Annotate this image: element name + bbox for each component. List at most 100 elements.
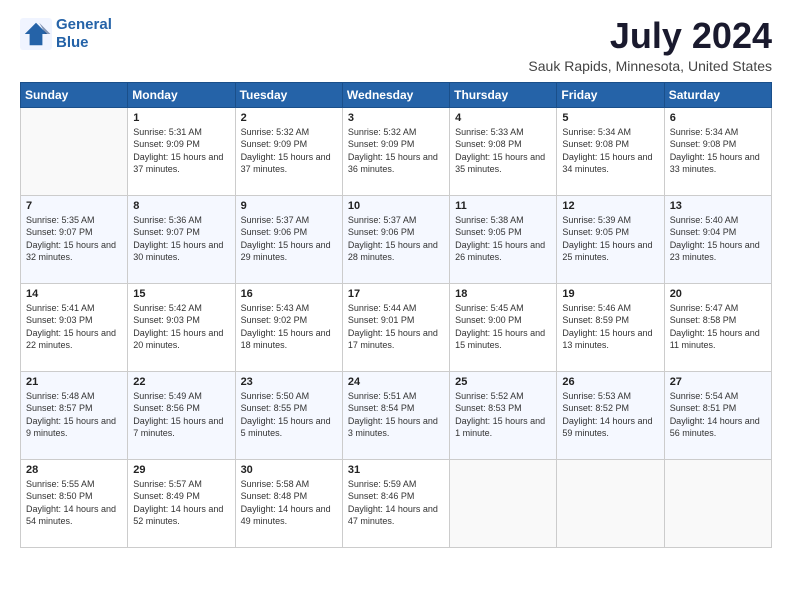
day-number: 27 xyxy=(670,376,766,388)
day-info: Sunrise: 5:43 AMSunset: 9:02 PMDaylight:… xyxy=(241,302,337,352)
calendar-cell: 25Sunrise: 5:52 AMSunset: 8:53 PMDayligh… xyxy=(450,371,557,459)
logo-line2: Blue xyxy=(56,34,89,51)
day-info: Sunrise: 5:49 AMSunset: 8:56 PMDaylight:… xyxy=(133,390,229,440)
day-number: 14 xyxy=(26,288,122,300)
day-info: Sunrise: 5:54 AMSunset: 8:51 PMDaylight:… xyxy=(670,390,766,440)
calendar-cell: 16 Sunrise: 5:43 AMSunset: 9:02 PMDayligh… xyxy=(235,283,342,371)
column-header-sunday: Sunday xyxy=(21,82,128,107)
title-block: July 2024 Sauk Rapids, Minnesota, United… xyxy=(528,16,772,74)
day-info: Sunrise: 5:37 AMSunset: 9:06 PMDaylight:… xyxy=(348,214,444,264)
calendar-week-2: 7Sunrise: 5:35 AMSunset: 9:07 PMDaylight… xyxy=(21,195,772,283)
column-header-thursday: Thursday xyxy=(450,82,557,107)
calendar-cell xyxy=(664,459,771,547)
day-info: Sunrise: 5:48 AMSunset: 8:57 PMDaylight:… xyxy=(26,390,122,440)
day-number: 16 xyxy=(241,288,337,300)
day-info: Sunrise: 5:31 AMSunset: 9:09 PMDaylight:… xyxy=(133,126,229,176)
day-number: 30 xyxy=(241,464,337,476)
calendar-cell: 21 Sunrise: 5:48 AMSunset: 8:57 PMDayligh… xyxy=(21,371,128,459)
calendar-cell: 29Sunrise: 5:57 AMSunset: 8:49 PMDayligh… xyxy=(128,459,235,547)
day-info: Sunrise: 5:53 AMSunset: 8:52 PMDaylight:… xyxy=(562,390,658,440)
calendar-cell: 17 Sunrise: 5:44 AMSunset: 9:01 PMDayligh… xyxy=(342,283,449,371)
main-title: July 2024 xyxy=(528,16,772,56)
calendar-week-5: 28 Sunrise: 5:55 AMSunset: 8:50 PMDayligh… xyxy=(21,459,772,547)
day-info: Sunrise: 5:33 AMSunset: 9:08 PMDaylight:… xyxy=(455,126,551,176)
day-number: 11 xyxy=(455,200,551,212)
calendar-cell: 23 Sunrise: 5:50 AMSunset: 8:55 PMDayligh… xyxy=(235,371,342,459)
calendar-cell: 5 Sunrise: 5:34 AMSunset: 9:08 PMDaylight… xyxy=(557,107,664,195)
day-info: Sunrise: 5:37 AMSunset: 9:06 PMDaylight:… xyxy=(241,214,337,264)
calendar-cell: 15Sunrise: 5:42 AMSunset: 9:03 PMDayligh… xyxy=(128,283,235,371)
calendar-cell: 30Sunrise: 5:58 AMSunset: 8:48 PMDayligh… xyxy=(235,459,342,547)
day-info: Sunrise: 5:50 AMSunset: 8:55 PMDaylight:… xyxy=(241,390,337,440)
calendar-header-row: SundayMondayTuesdayWednesdayThursdayFrid… xyxy=(21,82,772,107)
day-number: 2 xyxy=(241,112,337,124)
subtitle: Sauk Rapids, Minnesota, United States xyxy=(528,58,772,74)
day-number: 28 xyxy=(26,464,122,476)
day-info: Sunrise: 5:42 AMSunset: 9:03 PMDaylight:… xyxy=(133,302,229,352)
day-number: 25 xyxy=(455,376,551,388)
day-number: 3 xyxy=(348,112,444,124)
day-number: 5 xyxy=(562,112,658,124)
day-number: 17 xyxy=(348,288,444,300)
day-info: Sunrise: 5:41 AMSunset: 9:03 PMDaylight:… xyxy=(26,302,122,352)
logo-line1: General xyxy=(56,16,112,33)
calendar-cell: 6 Sunrise: 5:34 AMSunset: 9:08 PMDaylight… xyxy=(664,107,771,195)
day-info: Sunrise: 5:39 AMSunset: 9:05 PMDaylight:… xyxy=(562,214,658,264)
calendar-cell: 8 Sunrise: 5:36 AMSunset: 9:07 PMDaylight… xyxy=(128,195,235,283)
calendar-cell xyxy=(557,459,664,547)
header: General Blue July 2024 Sauk Rapids, Minn… xyxy=(20,16,772,74)
calendar-cell: 10 Sunrise: 5:37 AMSunset: 9:06 PMDayligh… xyxy=(342,195,449,283)
day-number: 21 xyxy=(26,376,122,388)
day-info: Sunrise: 5:34 AMSunset: 9:08 PMDaylight:… xyxy=(562,126,658,176)
calendar-cell: 13Sunrise: 5:40 AMSunset: 9:04 PMDayligh… xyxy=(664,195,771,283)
logo-icon xyxy=(20,18,52,50)
calendar-cell: 18Sunrise: 5:45 AMSunset: 9:00 PMDayligh… xyxy=(450,283,557,371)
calendar-cell: 19Sunrise: 5:46 AMSunset: 8:59 PMDayligh… xyxy=(557,283,664,371)
column-header-monday: Monday xyxy=(128,82,235,107)
calendar-cell: 26 Sunrise: 5:53 AMSunset: 8:52 PMDayligh… xyxy=(557,371,664,459)
day-number: 10 xyxy=(348,200,444,212)
day-number: 24 xyxy=(348,376,444,388)
day-info: Sunrise: 5:44 AMSunset: 9:01 PMDaylight:… xyxy=(348,302,444,352)
day-number: 12 xyxy=(562,200,658,212)
calendar-cell: 20 Sunrise: 5:47 AMSunset: 8:58 PMDayligh… xyxy=(664,283,771,371)
day-info: Sunrise: 5:55 AMSunset: 8:50 PMDaylight:… xyxy=(26,478,122,528)
day-number: 29 xyxy=(133,464,229,476)
calendar-cell xyxy=(450,459,557,547)
day-info: Sunrise: 5:45 AMSunset: 9:00 PMDaylight:… xyxy=(455,302,551,352)
page: General Blue July 2024 Sauk Rapids, Minn… xyxy=(0,0,792,612)
day-number: 4 xyxy=(455,112,551,124)
calendar-week-3: 14 Sunrise: 5:41 AMSunset: 9:03 PMDayligh… xyxy=(21,283,772,371)
day-info: Sunrise: 5:34 AMSunset: 9:08 PMDaylight:… xyxy=(670,126,766,176)
day-number: 1 xyxy=(133,112,229,124)
calendar-cell: 27 Sunrise: 5:54 AMSunset: 8:51 PMDayligh… xyxy=(664,371,771,459)
calendar-week-1: 1 Sunrise: 5:31 AMSunset: 9:09 PMDaylight… xyxy=(21,107,772,195)
calendar-cell: 9 Sunrise: 5:37 AMSunset: 9:06 PMDaylight… xyxy=(235,195,342,283)
day-info: Sunrise: 5:59 AMSunset: 8:46 PMDaylight:… xyxy=(348,478,444,528)
day-info: Sunrise: 5:36 AMSunset: 9:07 PMDaylight:… xyxy=(133,214,229,264)
day-number: 23 xyxy=(241,376,337,388)
day-info: Sunrise: 5:46 AMSunset: 8:59 PMDaylight:… xyxy=(562,302,658,352)
day-number: 8 xyxy=(133,200,229,212)
day-info: Sunrise: 5:38 AMSunset: 9:05 PMDaylight:… xyxy=(455,214,551,264)
calendar-cell: 12 Sunrise: 5:39 AMSunset: 9:05 PMDayligh… xyxy=(557,195,664,283)
day-number: 7 xyxy=(26,200,122,212)
day-number: 26 xyxy=(562,376,658,388)
day-info: Sunrise: 5:40 AMSunset: 9:04 PMDaylight:… xyxy=(670,214,766,264)
column-header-tuesday: Tuesday xyxy=(235,82,342,107)
day-number: 9 xyxy=(241,200,337,212)
calendar-cell: 1 Sunrise: 5:31 AMSunset: 9:09 PMDaylight… xyxy=(128,107,235,195)
column-header-friday: Friday xyxy=(557,82,664,107)
calendar-table: SundayMondayTuesdayWednesdayThursdayFrid… xyxy=(20,82,772,548)
calendar-cell: 22Sunrise: 5:49 AMSunset: 8:56 PMDayligh… xyxy=(128,371,235,459)
day-number: 6 xyxy=(670,112,766,124)
logo-text: General Blue xyxy=(56,16,112,52)
day-info: Sunrise: 5:47 AMSunset: 8:58 PMDaylight:… xyxy=(670,302,766,352)
column-header-wednesday: Wednesday xyxy=(342,82,449,107)
calendar-cell: 7Sunrise: 5:35 AMSunset: 9:07 PMDaylight… xyxy=(21,195,128,283)
column-header-saturday: Saturday xyxy=(664,82,771,107)
calendar-cell: 4 Sunrise: 5:33 AMSunset: 9:08 PMDaylight… xyxy=(450,107,557,195)
calendar-cell: 24Sunrise: 5:51 AMSunset: 8:54 PMDayligh… xyxy=(342,371,449,459)
calendar-week-4: 21 Sunrise: 5:48 AMSunset: 8:57 PMDayligh… xyxy=(21,371,772,459)
day-number: 20 xyxy=(670,288,766,300)
